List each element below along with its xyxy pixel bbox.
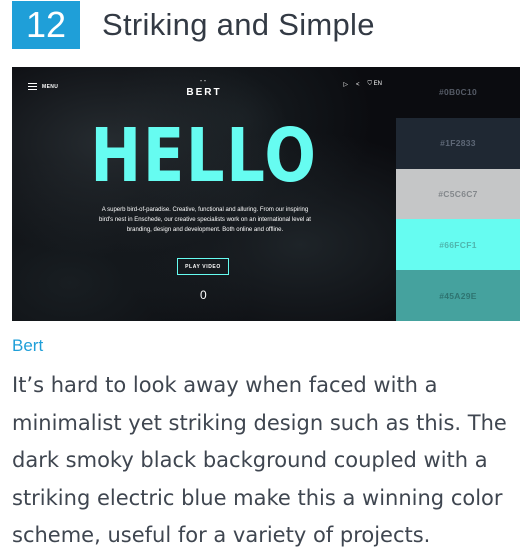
swatch-hex: #1F2833 xyxy=(440,138,476,149)
hero-text: HELLO xyxy=(90,113,318,199)
swatch-hex: #0B0C10 xyxy=(438,87,477,98)
logo: "" BERT xyxy=(12,80,396,100)
swatch-2: #C5C6C7 xyxy=(396,168,520,220)
swatch-0: #0B0C10 xyxy=(396,67,520,118)
swatch-hex: #66FCF1 xyxy=(439,239,477,250)
swatch-4: #45A29E xyxy=(396,270,520,321)
bert-link[interactable]: Bert xyxy=(12,336,43,356)
body-paragraph: It’s hard to look away when faced with a… xyxy=(12,373,507,547)
header: 12 Striking and Simple xyxy=(12,0,375,50)
play-icon: ▷ xyxy=(343,82,348,88)
play-video-button: PLAY VIDEO xyxy=(177,258,229,275)
page-title: Striking and Simple xyxy=(102,7,375,42)
hero-description: A superb bird-of-paradise. Creative, fun… xyxy=(99,207,311,233)
share-icon: < xyxy=(355,81,360,88)
logo-text: BERT xyxy=(186,87,222,98)
number-badge: 12 xyxy=(12,1,80,49)
color-palette: #0B0C10 #1F2833 #C5C6C7 #66FCF1 #45A29E xyxy=(396,67,520,321)
swatch-hex: #45A29E xyxy=(439,290,477,301)
swatch-1: #1F2833 xyxy=(396,117,520,169)
website-preview-image: MENU "" BERT ▷ < ⛉ EN HELLO A superb bir… xyxy=(12,67,396,321)
scroll-indicator: 0 xyxy=(200,288,207,302)
language-icon: ⛉ EN xyxy=(367,81,382,87)
swatch-hex: #C5C6C7 xyxy=(438,188,478,199)
showcase: MENU "" BERT ▷ < ⛉ EN HELLO A superb bir… xyxy=(12,67,520,321)
swatch-3: #66FCF1 xyxy=(396,219,520,271)
top-icons: ▷ < ⛉ EN xyxy=(343,81,382,88)
